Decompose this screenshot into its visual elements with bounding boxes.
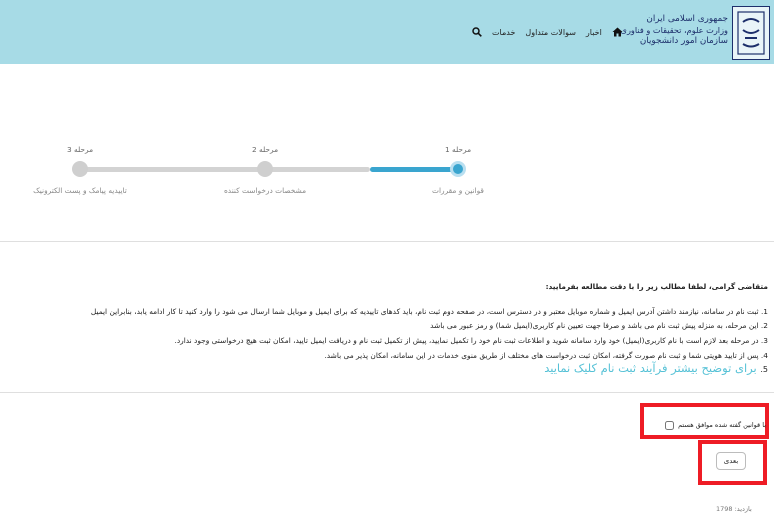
nav-news-link[interactable]: اخبار [586, 28, 602, 37]
agree-terms-checkbox[interactable] [665, 420, 675, 430]
rule-item-2: 2. این مرحله، به منزله پیش ثبت نام می با… [430, 321, 768, 330]
step-2-indicator[interactable] [257, 161, 273, 177]
logo-line-3: سازمان امور دانشجویان [639, 36, 728, 46]
step-2-label: مرحله 2 [251, 145, 279, 154]
organization-logo-icon[interactable] [732, 6, 770, 60]
visit-counter: بازدید: 1798 [716, 505, 752, 513]
page-band [0, 64, 774, 102]
rules-heading: متقاضی گرامی، لطفا مطالب زیر را با دقت م… [545, 282, 768, 291]
organization-name: جمهوری اسلامی ایران وزارت علوم، تحقیقات … [608, 14, 728, 47]
next-button[interactable]: بعدی [716, 452, 746, 470]
rules-panel: متقاضی گرامی، لطفا مطالب زیر را با دقت م… [0, 241, 774, 393]
nav-faq-link[interactable]: سوالات متداول [525, 28, 576, 37]
progress-track-pending [80, 167, 370, 172]
main-nav: اخبار سوالات متداول خدمات [472, 22, 623, 42]
step-1-title: قوانین و مقررات [432, 186, 484, 195]
step-3-indicator[interactable] [72, 161, 88, 177]
step-3-title: تاییدیه پیامک و پست الکترونیک [33, 186, 127, 195]
registration-help-link[interactable]: برای توضیح بیشتر فرآیند ثبت نام کلیک نما… [544, 361, 757, 375]
logo-line-2: وزارت علوم، تحقیقات و فناوری [620, 25, 728, 35]
rule-item-5: 5. برای توضیح بیشتر فرآیند ثبت نام کلیک … [544, 361, 768, 375]
logo-line-1: جمهوری اسلامی ایران [646, 14, 728, 24]
rule-item-5-number: 5. [760, 365, 768, 374]
step-1-indicator[interactable] [450, 161, 466, 177]
nav-services-link[interactable]: خدمات [492, 28, 515, 37]
agree-terms-row[interactable]: با قوانین گفته شده موافق هستم [646, 418, 766, 432]
agree-terms-label: با قوانین گفته شده موافق هستم [678, 421, 766, 429]
home-icon[interactable] [612, 27, 623, 37]
site-header: جمهوری اسلامی ایران وزارت علوم، تحقیقات … [0, 0, 774, 64]
registration-wizard: مرحله 1 مرحله 2 مرحله 3 قوانین و مقررات … [0, 102, 774, 222]
progress-track-done [370, 167, 458, 172]
step-2-title: مشخصات درخواست کننده [223, 186, 307, 195]
step-3-label: مرحله 3 [66, 145, 94, 154]
step-1-label: مرحله 1 [444, 145, 472, 154]
rule-item-3: 3. در مرحله بعد لازم است با نام کاربری(ا… [174, 336, 768, 345]
search-icon[interactable] [472, 27, 482, 37]
rule-item-1: 1. ثبت نام در سامانه، نیازمند داشتن آدرس… [90, 307, 768, 316]
